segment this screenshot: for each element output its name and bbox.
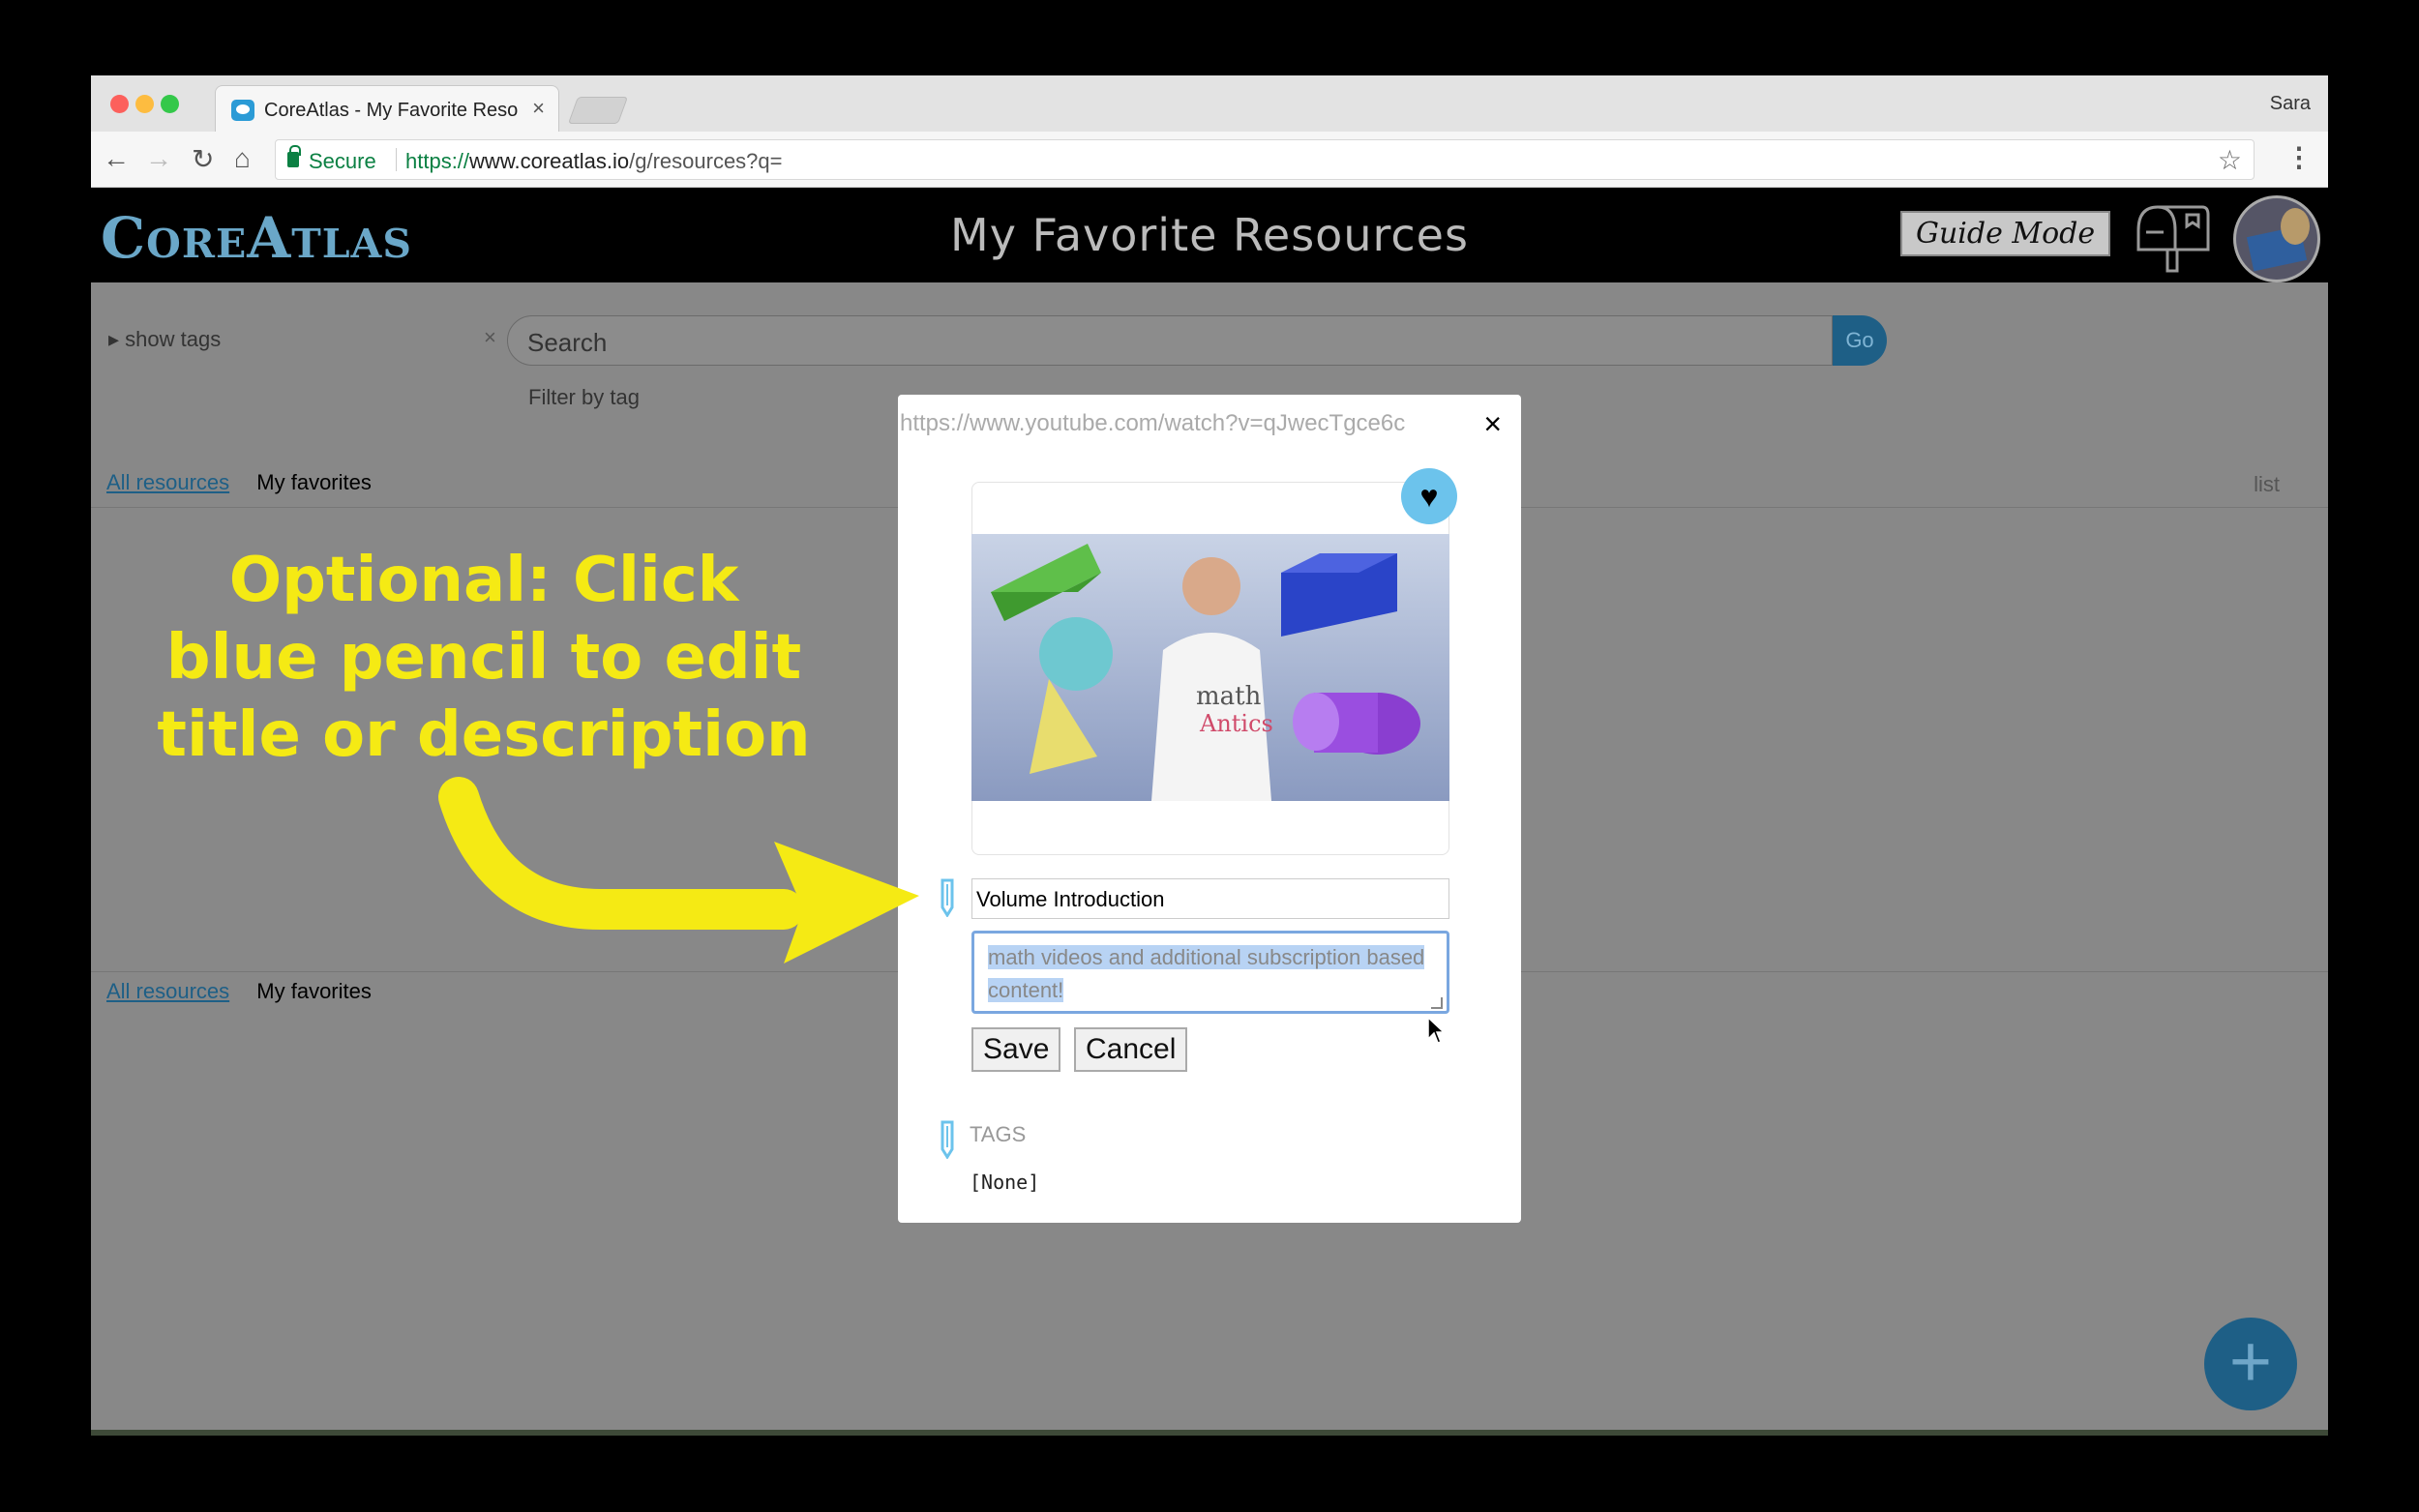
plus-icon: + xyxy=(2228,1320,2273,1403)
tab-strip: CoreAtlas - My Favorite Resources × Sara xyxy=(91,75,2328,132)
back-icon[interactable]: ← xyxy=(103,143,130,174)
modal-close-button[interactable]: × xyxy=(1483,406,1502,442)
url-host: www.coreatlas.io xyxy=(469,149,630,173)
filter-by-tag-input[interactable]: Filter by tag xyxy=(528,385,640,410)
resource-url[interactable]: https://www.youtube.com/watch?v=qJwecTgc… xyxy=(900,410,1451,437)
home-icon[interactable]: ⌂ xyxy=(234,143,251,174)
url-separator xyxy=(396,148,397,171)
user-avatar[interactable] xyxy=(2233,195,2320,282)
desktop-strip xyxy=(91,1430,2328,1436)
url-scheme: https:// xyxy=(405,149,470,173)
annotation-line-3: title or description xyxy=(157,699,811,771)
video-thumbnail[interactable]: math Antics xyxy=(971,534,1449,801)
all-resources-link[interactable]: All resources xyxy=(106,979,229,1003)
browser-toolbar: ← → ↻ ⌂ Secure https://www.coreatlas.io/… xyxy=(91,132,2328,188)
annotation-line-1: Optional: Click xyxy=(228,545,739,616)
save-button[interactable]: Save xyxy=(971,1027,1061,1072)
new-tab-button[interactable] xyxy=(567,97,629,124)
list-view-toggle[interactable]: list xyxy=(2254,472,2280,497)
bookmark-star-icon[interactable]: ☆ xyxy=(2218,144,2242,176)
maximize-window-button[interactable] xyxy=(161,95,179,113)
tags-heading: TAGS xyxy=(970,1122,1027,1146)
search-placeholder: Search xyxy=(527,328,608,357)
close-window-button[interactable] xyxy=(110,95,129,113)
tags-value: [None] xyxy=(970,1171,1040,1194)
lock-icon xyxy=(287,145,301,167)
tab-title: CoreAtlas - My Favorite Resources xyxy=(264,100,518,121)
add-resource-button[interactable]: + xyxy=(2204,1318,2297,1410)
favorite-heart-icon[interactable]: ♥ xyxy=(1401,468,1457,524)
cancel-button[interactable]: Cancel xyxy=(1074,1027,1188,1072)
resize-handle[interactable] xyxy=(1431,997,1443,1009)
tab-close-button[interactable]: × xyxy=(532,96,545,121)
edit-tags-pencil-icon[interactable] xyxy=(937,1120,958,1159)
show-tags-label: show tags xyxy=(125,327,222,351)
edit-title-pencil-icon[interactable] xyxy=(937,878,958,917)
screen: CoreAtlas - My Favorite Resources × Sara… xyxy=(0,0,2419,1512)
coreatlas-favicon-icon xyxy=(231,100,254,121)
mouse-cursor-icon xyxy=(1427,1016,1446,1044)
clear-search-icon[interactable]: × xyxy=(484,325,496,350)
my-favorites-tab[interactable]: My favorites xyxy=(256,470,372,494)
tutorial-annotation: Optional: Click blue pencil to edit titl… xyxy=(116,542,851,774)
reload-icon[interactable]: ↻ xyxy=(192,143,214,175)
go-button[interactable]: Go xyxy=(1833,315,1887,366)
resource-title-field[interactable]: Volume Introduction xyxy=(971,878,1449,919)
url-text: https://www.coreatlas.io/g/resources?q= xyxy=(405,149,783,174)
annotation-arrow-icon xyxy=(438,777,919,964)
resource-tabs-bottom: All resources My favorites xyxy=(106,979,372,1004)
description-text: math videos and additional subscription … xyxy=(988,945,1425,1002)
svg-text:Antics: Antics xyxy=(1199,710,1273,737)
url-path: /g/resources?q= xyxy=(629,149,783,173)
forward-icon[interactable]: → xyxy=(145,143,172,174)
annotation-line-2: blue pencil to edit xyxy=(165,622,802,694)
tab-active[interactable]: CoreAtlas - My Favorite Resources × xyxy=(215,85,559,132)
secure-label: Secure xyxy=(309,149,376,173)
address-bar[interactable]: Secure https://www.coreatlas.io/g/resour… xyxy=(275,139,2255,180)
profile-name[interactable]: Sara xyxy=(2270,93,2311,115)
my-favorites-tab[interactable]: My favorites xyxy=(256,979,372,1003)
browser-menu-icon[interactable]: ⋮ xyxy=(2285,141,2313,173)
resource-edit-modal: https://www.youtube.com/watch?v=qJwecTgc… xyxy=(898,395,1521,1223)
all-resources-link[interactable]: All resources xyxy=(106,470,229,494)
resource-description-field[interactable]: math videos and additional subscription … xyxy=(971,931,1449,1014)
show-tags-toggle[interactable]: ▸ show tags xyxy=(108,327,221,352)
mailbox-icon[interactable] xyxy=(2133,201,2212,273)
svg-text:math: math xyxy=(1196,682,1262,711)
minimize-window-button[interactable] xyxy=(135,95,154,113)
search-input[interactable]: Search xyxy=(507,315,1833,366)
guide-mode-button[interactable]: Guide Mode xyxy=(1900,211,2111,256)
app-header: CoreAtlas My Favorite Resources Guide Mo… xyxy=(91,188,2328,282)
resource-tabs: All resources My favorites xyxy=(106,470,372,495)
